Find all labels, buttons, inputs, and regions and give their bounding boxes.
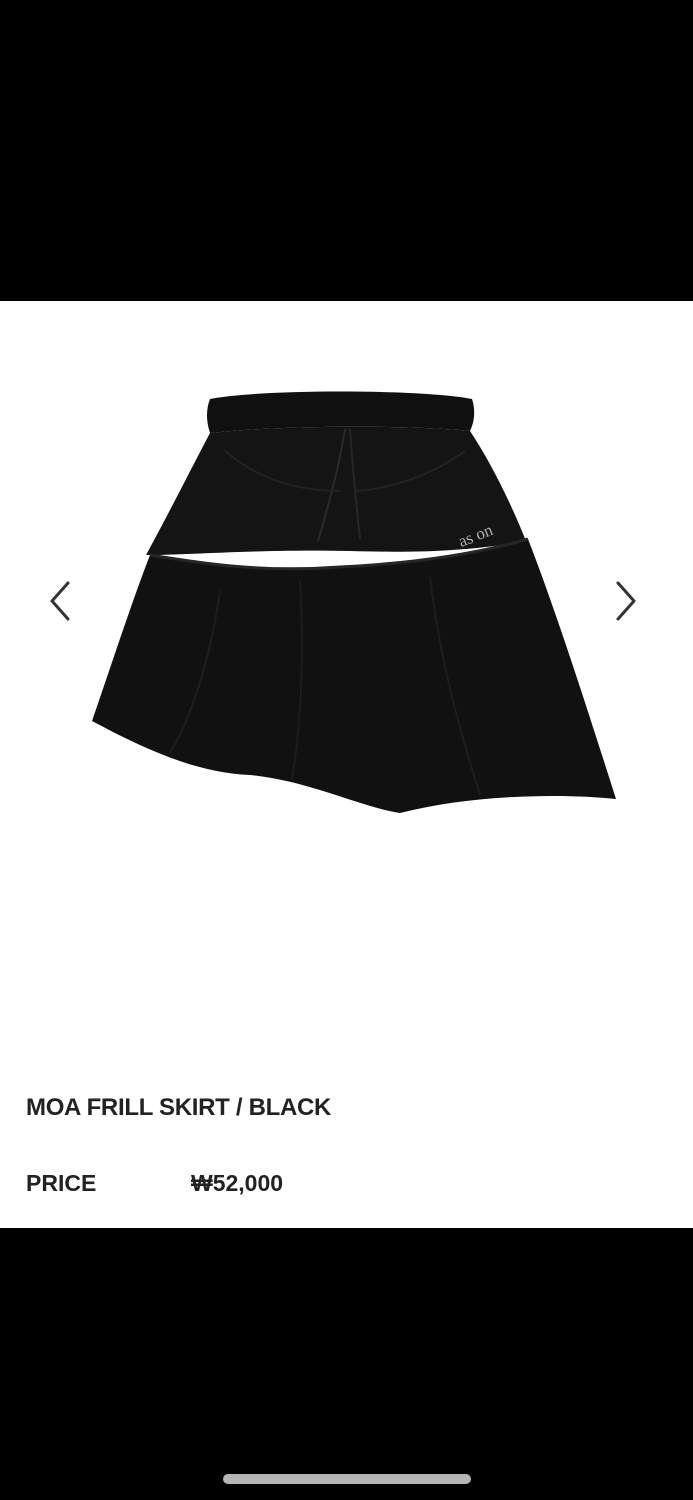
product-image-carousel[interactable]: as on	[0, 301, 693, 901]
chevron-right-icon	[616, 581, 636, 621]
product-card: as on MOA FRILL SKIRT / BLACK PRICE ₩52,…	[0, 301, 693, 1228]
price-row: PRICE ₩52,000	[26, 1170, 626, 1200]
home-indicator[interactable]	[223, 1474, 471, 1484]
carousel-next-button[interactable]	[606, 579, 646, 623]
chevron-left-icon	[50, 581, 70, 621]
carousel-prev-button[interactable]	[40, 579, 80, 623]
top-black-area	[0, 0, 693, 301]
price-value: ₩52,000	[191, 1170, 284, 1196]
screen: as on MOA FRILL SKIRT / BLACK PRICE ₩52,…	[0, 0, 693, 1500]
price-label: PRICE	[26, 1170, 97, 1196]
product-title: MOA FRILL SKIRT / BLACK	[26, 1094, 332, 1121]
product-image	[92, 391, 616, 813]
